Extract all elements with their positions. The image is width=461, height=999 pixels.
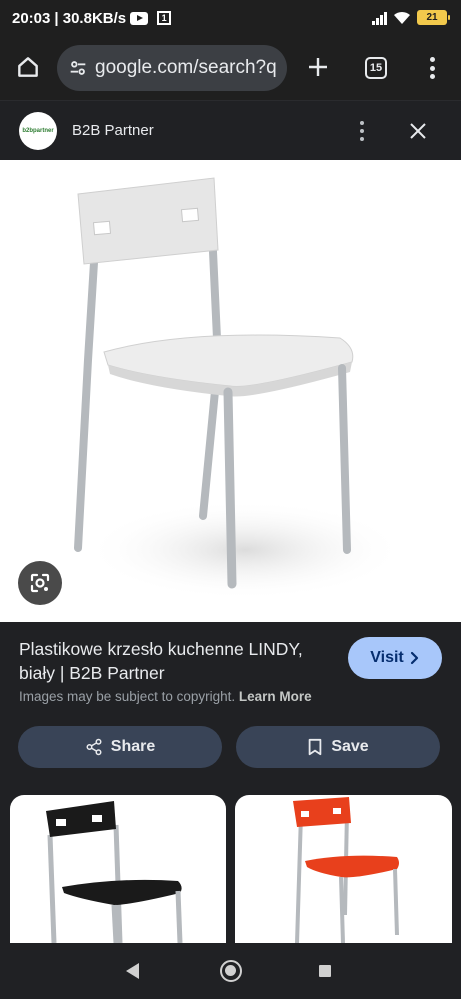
system-nav-bar (0, 943, 461, 999)
orange-chair-image (293, 797, 399, 943)
plus-icon (309, 58, 327, 76)
lens-icon (30, 573, 50, 593)
nav-home-icon[interactable] (220, 960, 242, 982)
site-name[interactable]: B2B Partner (72, 122, 154, 139)
status-speed: | 30.8KB/s (54, 9, 127, 27)
status-right: 21 (372, 10, 450, 25)
new-tab-button[interactable] (303, 50, 333, 84)
battery-icon: 21 (417, 10, 450, 25)
close-icon[interactable] (406, 119, 430, 143)
url-bar[interactable]: google.com/search?q (57, 45, 287, 91)
save-label: Save (331, 738, 369, 755)
chevron-right-icon (410, 651, 418, 665)
lens-button[interactable] (18, 561, 62, 605)
black-chair-image (46, 801, 183, 943)
youtube-notification-icon (130, 11, 149, 25)
save-button[interactable]: Save (236, 726, 440, 768)
visit-label: Visit (370, 649, 404, 666)
status-time: 20:03 (12, 9, 51, 27)
copyright-text: Images may be subject to copyright. (19, 689, 236, 704)
share-button[interactable]: Share (18, 726, 222, 768)
status-speed-value: 30.8KB/s (62, 9, 127, 27)
nav-recents-icon[interactable] (319, 965, 331, 977)
result-title[interactable]: Plastikowe krzesło kuchenne LINDY, biały… (19, 637, 329, 685)
share-label: Share (110, 738, 156, 755)
tab-switcher-icon[interactable]: 15 (365, 57, 387, 79)
signal-icon (372, 11, 387, 25)
browser-toolbar: google.com/search?q 15 (0, 36, 461, 100)
site-logo[interactable]: b2bpartner (19, 112, 57, 150)
url-text[interactable]: google.com/search?q (95, 57, 277, 79)
chair-image (74, 177, 405, 600)
home-icon (18, 57, 38, 77)
related-image-orange-chair[interactable] (235, 795, 452, 943)
more-vert-icon[interactable] (356, 119, 368, 143)
notification-box-icon: 1 (157, 11, 172, 25)
home-button[interactable] (14, 53, 42, 81)
status-bar: 20:03 | 30.8KB/s 1 21 (0, 0, 461, 36)
main-image[interactable] (0, 160, 461, 622)
tune-icon[interactable] (67, 57, 89, 79)
related-image-black-chair[interactable] (10, 795, 226, 943)
wifi-icon (394, 11, 410, 24)
related-images (0, 795, 461, 943)
learn-more-link[interactable]: Learn More (239, 689, 312, 704)
site-logo-text: b2bpartner (22, 128, 54, 134)
visit-button[interactable]: Visit (348, 637, 442, 679)
site-header: b2bpartner B2B Partner (0, 100, 461, 160)
more-vert-icon[interactable] (424, 54, 440, 82)
bookmark-icon (309, 738, 322, 756)
copyright-notice: Images may be subject to copyright. Lear… (19, 689, 312, 704)
nav-back-icon[interactable] (126, 963, 139, 979)
result-info: Plastikowe krzesło kuchenne LINDY, biały… (0, 622, 461, 795)
share-icon (86, 738, 102, 756)
